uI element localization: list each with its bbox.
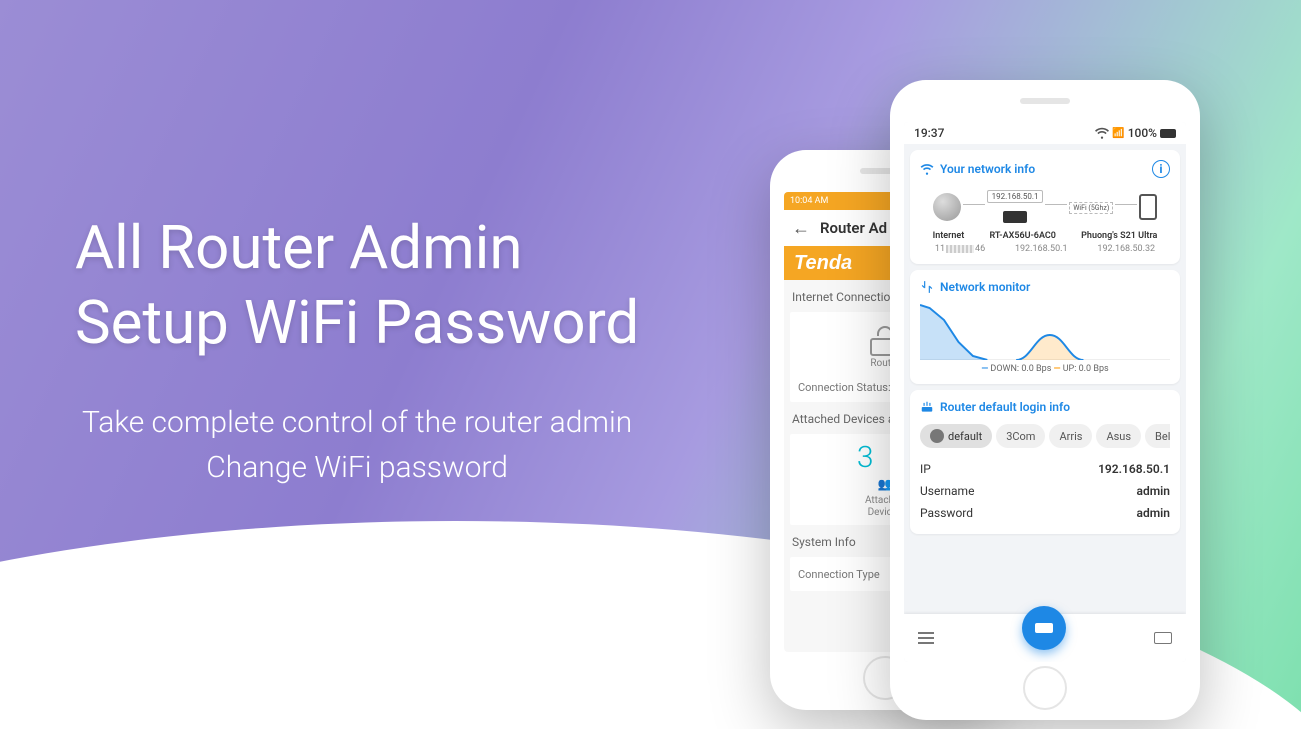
internet-ip: 1146 — [935, 244, 985, 254]
status-time: 19:37 — [914, 126, 944, 140]
network-topology: 192.168.50.1 WiFi (5Ghz) — [920, 190, 1170, 223]
fab-router-button[interactable] — [1022, 606, 1066, 650]
globe-icon — [933, 193, 961, 221]
card-title-monitor: Network monitor — [920, 280, 1170, 294]
chip-belkin[interactable]: Belkin — [1145, 424, 1170, 448]
marketing-copy: All Router Admin Setup WiFi Password Tak… — [75, 210, 639, 490]
network-monitor-card: Network monitor DOWN: 0.0 Bps UP: 0.0 Bp… — [910, 270, 1180, 384]
phone-speaker — [1020, 98, 1070, 104]
home-button[interactable] — [1023, 666, 1067, 710]
topo-router: 192.168.50.1 — [985, 190, 1046, 223]
screen-front: 19:37 📶 100% Your network info i — [904, 122, 1186, 662]
topo-internet — [931, 193, 963, 221]
monitor-chart — [920, 300, 1170, 360]
topo-ips: 1146 192.168.50.1 192.168.50.32 — [920, 244, 1170, 254]
topo-device — [1137, 194, 1159, 220]
battery-icon — [1160, 129, 1176, 138]
phone-mockup-front: 19:37 📶 100% Your network info i — [890, 80, 1200, 720]
back-icon[interactable]: ← — [792, 218, 810, 239]
connection-type-label: Connection Type — [798, 568, 880, 581]
chip-arris[interactable]: Arris — [1049, 424, 1092, 448]
wifi-icon — [920, 162, 934, 176]
keyboard-icon[interactable] — [1154, 632, 1172, 644]
chip-default[interactable]: default — [920, 424, 992, 448]
topo-wifi: WiFi (5Ghz) — [1067, 200, 1115, 214]
login-ip-row: IP 192.168.50.1 — [920, 458, 1170, 480]
info-icon[interactable]: i — [1152, 160, 1170, 178]
wifi-icon — [1095, 126, 1109, 140]
status-bar: 19:37 📶 100% — [904, 122, 1186, 144]
attached-count: 3 — [857, 440, 874, 475]
menu-icon[interactable] — [918, 632, 934, 644]
router-icon — [1003, 211, 1027, 223]
chip-3com[interactable]: 3Com — [996, 424, 1045, 448]
wifi-band-tag: WiFi (5Ghz) — [1069, 202, 1113, 214]
vendor-chips[interactable]: default 3Com Arris Asus Belkin Be — [920, 424, 1170, 448]
device-ip: 192.168.50.32 — [1097, 244, 1155, 254]
topo-labels: Internet RT-AX56U-6AC0 Phuong's S21 Ultr… — [920, 231, 1170, 241]
bottom-bar — [904, 614, 1186, 662]
router-ip: 192.168.50.1 — [1015, 244, 1068, 254]
login-password-row: Password admin — [920, 502, 1170, 524]
status-right: 📶 100% — [1095, 126, 1176, 140]
device-icon — [1139, 194, 1157, 220]
monitor-icon — [920, 280, 934, 294]
card-title-login: Router default login info — [920, 400, 1170, 414]
router-ip-chip: 192.168.50.1 — [987, 190, 1044, 203]
page-title: Router Ad — [820, 219, 887, 237]
router-login-card: Router default login info default 3Com A… — [910, 390, 1180, 534]
card-title-network: Your network info — [920, 162, 1035, 176]
router-icon — [920, 400, 934, 414]
headline: All Router Admin Setup WiFi Password — [75, 210, 639, 360]
router-icon — [1035, 623, 1053, 633]
login-username-row: Username admin — [920, 480, 1170, 502]
chip-asus[interactable]: Asus — [1096, 424, 1141, 448]
monitor-legend: DOWN: 0.0 Bps UP: 0.0 Bps — [920, 364, 1170, 374]
network-info-card: Your network info i 192.168.50.1 WiFi (5… — [910, 150, 1180, 264]
subheadline: Take complete control of the router admi… — [75, 400, 639, 490]
